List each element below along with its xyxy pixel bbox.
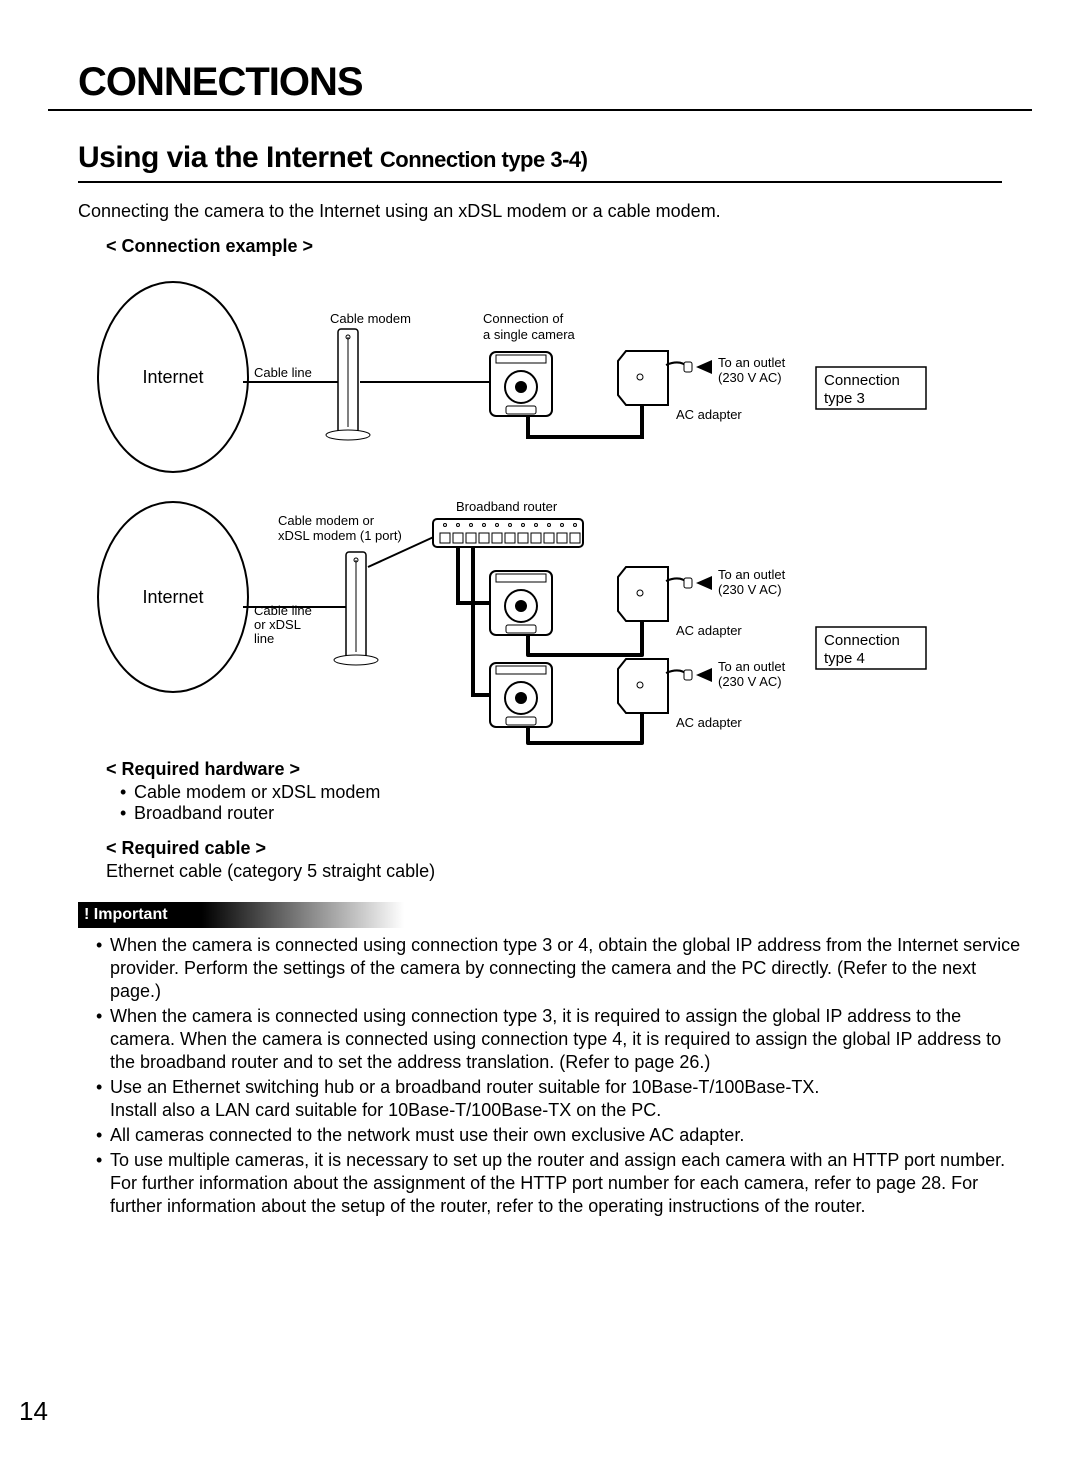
d-single-l2: a single camera [483,327,576,342]
list-item: •To use multiple cameras, it is necessar… [96,1149,1028,1218]
camera-icon-3 [490,663,552,727]
page-title: CONNECTIONS [78,60,1080,105]
d-outlet2-l1: To an outlet [718,567,786,582]
section-heading: Using via the Internet Connection type 3… [78,141,587,174]
d-modem1p-l2: xDSL modem (1 port) [278,528,402,543]
d-cx-l2: or xDSL [254,617,301,632]
d-cx-l1: Cable line [254,603,312,618]
d-conn4-l1: Connection [824,632,900,649]
connection-diagram: Internet Cable line Cable modem Co [78,267,1002,745]
d-conn3-l1: Connection [824,372,900,389]
list-item: •All cameras connected to the network mu… [96,1124,1028,1147]
list-item: •Broadband router [120,803,1002,824]
section-heading-main: Using via the Internet [78,141,380,174]
d-outlet1-l2: (230 V AC) [718,370,782,385]
required-hardware-heading: < Required hardware > [106,759,1002,780]
d-outlet3-l2: (230 V AC) [718,674,782,689]
list-item: •Use an Ethernet switching hub or a broa… [96,1076,1028,1122]
d-cable-line-1: Cable line [254,365,312,380]
required-hardware-list: •Cable modem or xDSL modem •Broadband ro… [120,782,1002,824]
camera-icon-1 [490,352,552,416]
d-ac-1: AC adapter [676,407,742,422]
d-conn3-l2: type 3 [824,390,865,407]
ac-adapter-icon-3 [618,659,668,713]
list-item: •When the camera is connected using conn… [96,934,1028,1003]
ac-adapter-icon-1 [618,351,668,405]
d-ac-3: AC adapter [676,715,742,730]
router-icon [433,519,583,547]
d-outlet2-l2: (230 V AC) [718,582,782,597]
d-single-l1: Connection of [483,311,564,326]
d-cx-l3: line [254,631,274,646]
important-label: ! Important [84,906,168,924]
ac-adapter-icon-2 [618,567,668,621]
list-item: •Cable modem or xDSL modem [120,782,1002,803]
d-internet-2: Internet [142,587,203,607]
required-cable-heading: < Required cable > [106,838,1002,859]
page-number: 14 [19,1396,48,1427]
required-cable-text: Ethernet cable (category 5 straight cabl… [106,861,1002,882]
list-item: •When the camera is connected using conn… [96,1005,1028,1074]
cable-modem-icon [326,329,370,440]
d-outlet1-l1: To an outlet [718,355,786,370]
d-cable-modem: Cable modem [330,311,411,326]
d-modem1p-l1: Cable modem or [278,513,375,528]
d-internet-1: Internet [142,367,203,387]
important-list: •When the camera is connected using conn… [96,934,1028,1218]
section-heading-sub: Connection type 3-4) [380,147,588,172]
intro-text: Connecting the camera to the Internet us… [78,201,1002,222]
d-router: Broadband router [456,499,558,514]
connection-example-label: < Connection example > [106,236,1002,257]
title-rule [48,109,1032,111]
modem-icon-2 [334,552,378,665]
page: CONNECTIONS Using via the Internet Conne… [0,60,1080,1457]
d-conn4-l2: type 4 [824,650,865,667]
d-ac-2: AC adapter [676,623,742,638]
camera-icon-2 [490,571,552,635]
important-banner: ! Important [78,902,404,928]
section-heading-wrap: Using via the Internet Connection type 3… [78,141,1002,183]
d-outlet3-l1: To an outlet [718,659,786,674]
